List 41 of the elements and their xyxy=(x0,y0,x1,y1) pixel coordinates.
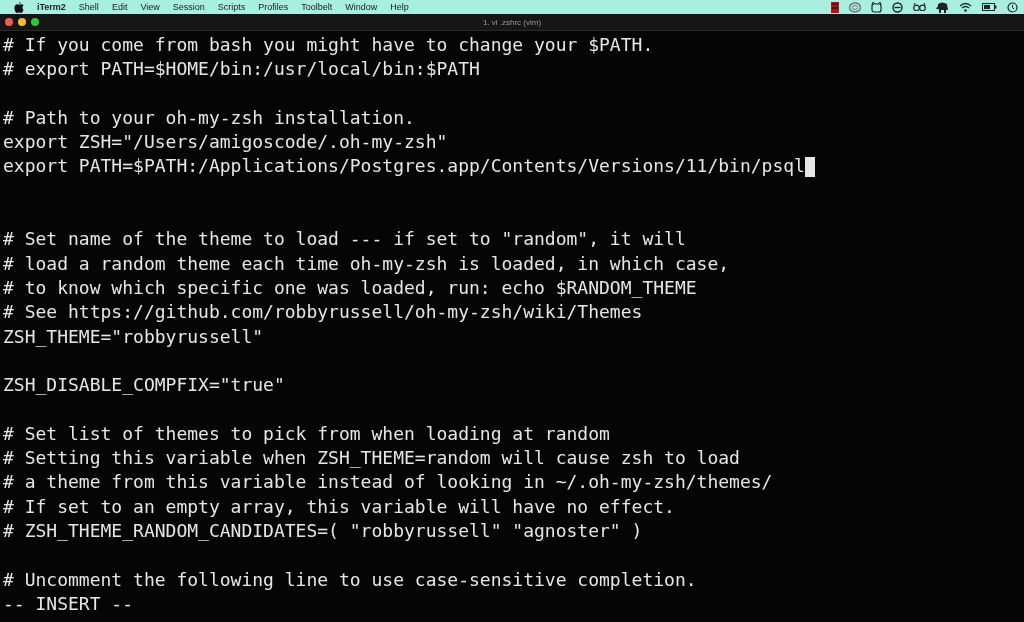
code-line: # ZSH_THEME_RANDOM_CANDIDATES=( "robbyrussell" "agnoster" ) xyxy=(3,518,643,543)
close-button[interactable] xyxy=(5,18,13,26)
no-entry-icon[interactable] xyxy=(892,1,903,13)
menu-item[interactable]: Scripts xyxy=(217,2,246,12)
zoom-button[interactable] xyxy=(31,18,39,26)
wifi-icon[interactable] xyxy=(959,2,972,12)
vim-mode-indicator: -- INSERT -- xyxy=(3,591,134,616)
menu-item[interactable]: Session xyxy=(172,2,205,12)
battery-icon[interactable] xyxy=(982,3,997,11)
code-line: # export PATH=$HOME/bin:/usr/local/bin:$PATH xyxy=(3,57,480,82)
menu-item[interactable]: iTerm2 xyxy=(37,2,66,12)
window-title: 1. vi .zshrc (vim) xyxy=(482,17,542,27)
code-line: export ZSH="/Users/amigoscode/.oh-my-zsh" xyxy=(3,130,448,155)
menu-item[interactable]: Help xyxy=(390,2,409,12)
code-line: # Path to your oh-my-zsh installation. xyxy=(3,105,415,130)
code-line: ZSH_DISABLE_COMPFIX="true" xyxy=(3,373,285,398)
code-line: ZSH_THEME="robbyrussell" xyxy=(3,324,264,349)
cat-face-icon[interactable] xyxy=(871,1,882,13)
meter-icon[interactable] xyxy=(831,1,839,13)
minimize-button[interactable] xyxy=(18,18,26,26)
menu-item[interactable]: Window xyxy=(345,2,378,12)
code-line: # Uncomment the following line to use case-sensitive completion. xyxy=(3,567,697,592)
apple-logo-icon[interactable] xyxy=(14,1,24,13)
code-line: export PATH=$PATH:/Applications/Postgres.app/Contents/Versions/11/bin/psql xyxy=(3,154,805,179)
glasses-icon[interactable] xyxy=(913,3,926,11)
code-line: # If set to an empty array, this variable will have no effect. xyxy=(3,494,675,519)
code-line: # to know which specific one was loaded, run: echo $RANDOM_THEME xyxy=(3,275,697,300)
code-line: # load a random theme each time oh-my-zsh is loaded, in which case, xyxy=(3,251,730,276)
menu-item[interactable]: Edit xyxy=(111,2,128,12)
code-line: # If you come from bash you might have to change your $PATH. xyxy=(3,33,654,57)
menu-item[interactable]: View xyxy=(140,2,160,12)
menu-item[interactable]: Profiles xyxy=(258,2,289,12)
menu-item[interactable]: Shell xyxy=(78,2,99,12)
code-line: # See https://github.com/robbyrussell/oh-my-zsh/wiki/Themes xyxy=(3,300,643,325)
code-line: # Setting this variable when ZSH_THEME=random will cause zsh to load xyxy=(3,446,740,471)
menu-item[interactable]: Toolbelt xyxy=(301,2,333,12)
clock-icon[interactable] xyxy=(1007,1,1018,13)
code-line: # a theme from this variable instead of looking in ~/.oh-my-zsh/themes/ xyxy=(3,470,773,495)
code-line: # Set name of the theme to load --- if set to "random", it will xyxy=(3,227,686,252)
spiral-icon[interactable] xyxy=(849,1,861,13)
code-line: # Set list of themes to pick from when loading at random xyxy=(3,421,610,446)
